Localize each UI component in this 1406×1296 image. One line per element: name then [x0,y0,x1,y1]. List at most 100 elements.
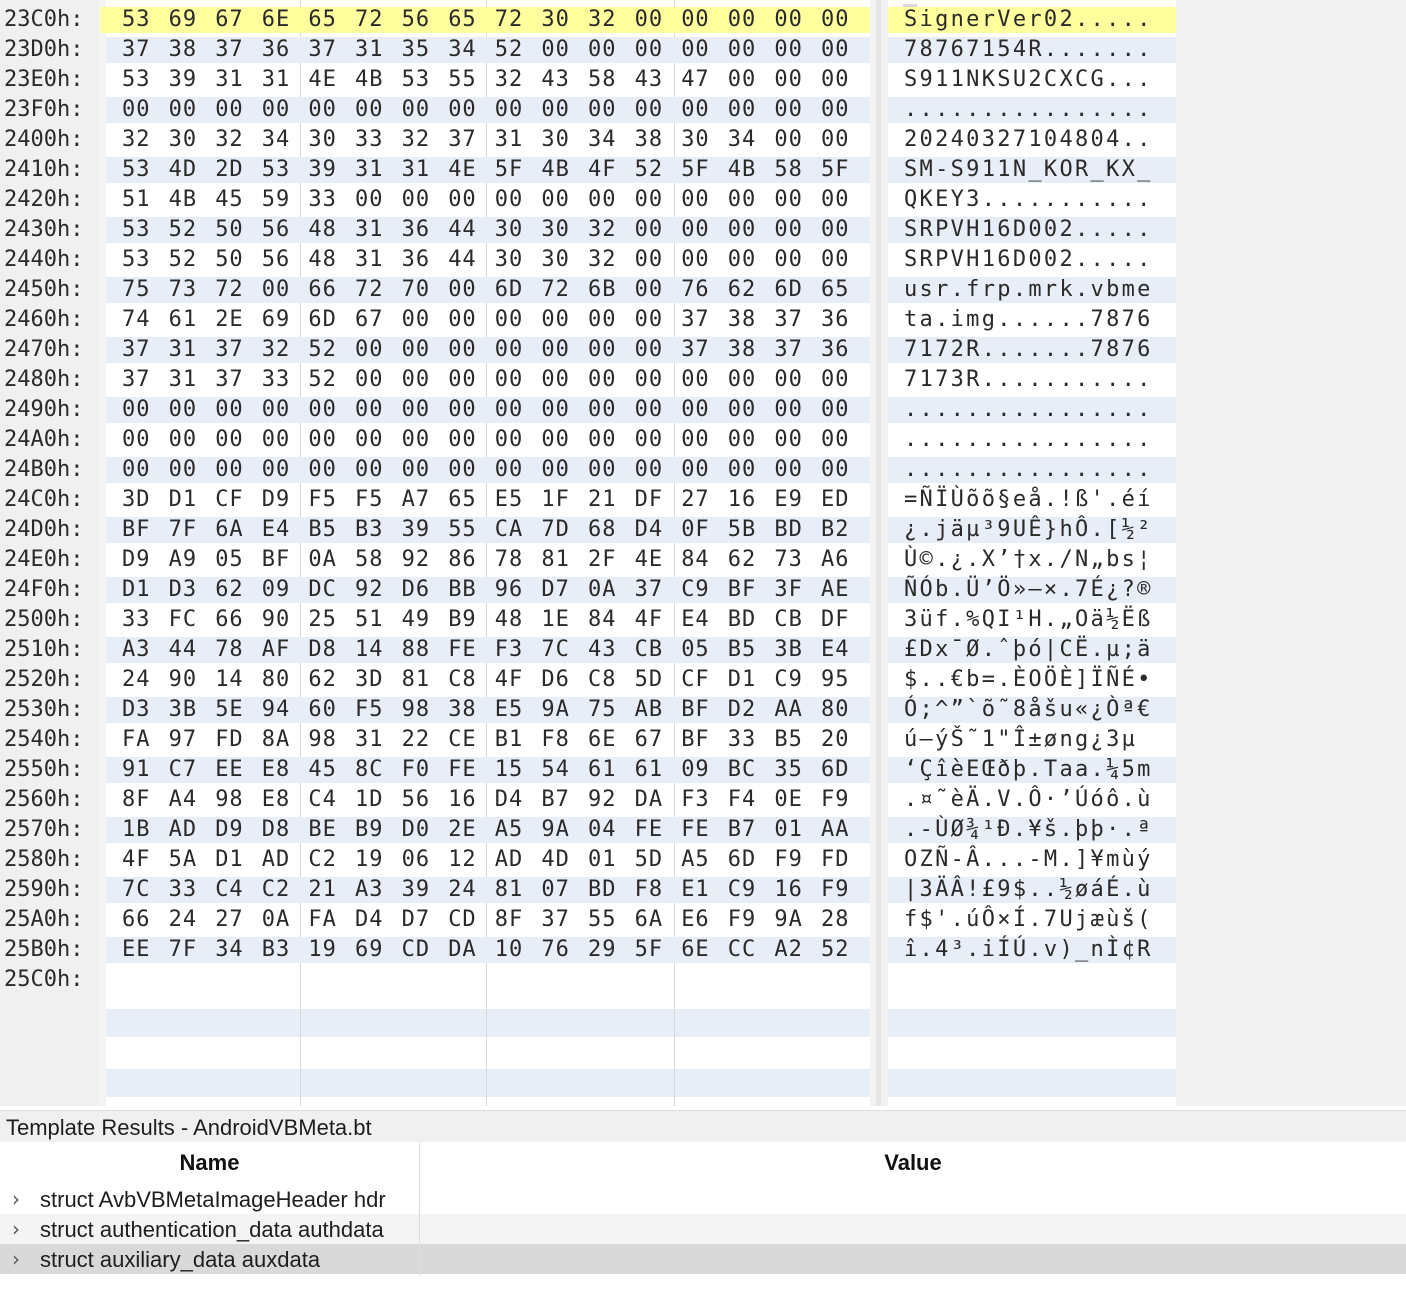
hex-byte[interactable]: CE [448,725,477,755]
hex-byte[interactable]: 19 [355,845,384,875]
hex-byte[interactable]: 73 [774,545,803,575]
hex-byte[interactable]: A6 [821,545,850,575]
hex-byte[interactable]: C9 [681,575,710,605]
hex-byte[interactable]: 04 [588,815,617,845]
hex-byte[interactable]: 28 [821,905,850,935]
hex-byte[interactable]: D9 [215,815,244,845]
hex-byte[interactable]: 52 [308,365,337,395]
hex-byte[interactable]: 00 [215,455,244,485]
hex-byte[interactable]: 00 [448,275,477,305]
chevron-right-icon[interactable]: › [12,1187,20,1211]
hex-byte[interactable]: 92 [355,575,384,605]
hex-row[interactable]: 24F0h: D1 D3 62 09 DC 92 D6 BB 96 D7 0A 37 C9 BF 3F AE ÑÓ… [0,575,1406,605]
hex-row[interactable]: 2500h: 33 FC 66 90 25 51 49 B9 48 1E 84 4F E4 BD CB DF 3ü… [0,605,1406,635]
name-column-header[interactable]: Name [0,1150,419,1176]
hex-byte[interactable]: 56 [402,5,431,35]
hex-byte[interactable]: 45 [308,755,337,785]
hex-byte[interactable]: 62 [308,665,337,695]
hex-byte[interactable]: D2 [728,695,757,725]
hex-byte[interactable]: 73 [169,275,198,305]
hex-byte[interactable]: 50 [215,215,244,245]
hex-byte[interactable]: 00 [681,365,710,395]
hex-byte[interactable]: 00 [541,395,570,425]
hex-byte[interactable]: 52 [169,245,198,275]
hex-byte[interactable]: 52 [495,35,524,65]
hex-byte[interactable]: E4 [821,635,850,665]
hex-byte[interactable]: BD [588,875,617,905]
hex-byte[interactable]: 59 [262,185,291,215]
hex-byte[interactable]: 00 [635,215,664,245]
hex-byte[interactable]: BC [728,755,757,785]
chevron-right-icon[interactable]: › [12,1247,20,1271]
hex-row[interactable]: 2480h: 37 31 37 33 52 00 00 00 00 00 00 00 00 00 00 00 71… [0,365,1406,395]
hex-byte[interactable]: 3F [774,575,803,605]
hex-byte[interactable]: 25 [308,605,337,635]
hex-byte[interactable]: DF [635,485,664,515]
hex-byte[interactable]: F5 [355,485,384,515]
hex-byte[interactable]: D1 [215,845,244,875]
hex-byte[interactable]: 00 [821,455,850,485]
hex-byte[interactable]: 30 [541,5,570,35]
hex-byte[interactable]: 00 [402,395,431,425]
ascii-text[interactable]: ta.img......7876 [904,305,1153,335]
hex-byte[interactable]: 32 [588,5,617,35]
hex-byte[interactable]: BB [448,575,477,605]
ascii-text[interactable]: |3ÄÂ!£9$..½øáÉ.ù [904,875,1153,905]
hex-byte[interactable]: 62 [728,545,757,575]
hex-byte[interactable]: 01 [774,815,803,845]
ascii-text[interactable]: .-ÙØ¾¹Ð.¥š.þþ·.ª [904,815,1153,845]
hex-byte[interactable]: 00 [541,185,570,215]
hex-row[interactable]: 2400h: 32 30 32 34 30 33 32 37 31 30 34 38 30 34 00 00 20… [0,125,1406,155]
hex-byte[interactable]: 62 [215,575,244,605]
ascii-text[interactable]: 7173R........... [904,365,1153,395]
hex-row[interactable]: 2450h: 75 73 72 00 66 72 70 00 6D 72 6B 00 76 62 6D 65 us… [0,275,1406,305]
hex-byte[interactable]: DF [821,605,850,635]
hex-byte[interactable]: B9 [448,605,477,635]
hex-byte[interactable]: DC [308,575,337,605]
hex-byte[interactable]: 48 [308,215,337,245]
hex-byte[interactable]: 00 [635,455,664,485]
hex-row[interactable]: 2470h: 37 31 37 32 52 00 00 00 00 00 00 00 37 38 37 36 71… [0,335,1406,365]
hex-byte[interactable]: CD [402,935,431,965]
hex-byte[interactable]: B2 [821,515,850,545]
hex-byte[interactable]: B5 [774,725,803,755]
hex-byte[interactable]: E6 [681,905,710,935]
hex-byte[interactable]: 6E [681,935,710,965]
hex-byte[interactable]: 00 [169,425,198,455]
hex-byte[interactable]: 00 [541,455,570,485]
hex-byte[interactable]: 00 [308,95,337,125]
hex-byte[interactable]: 00 [355,335,384,365]
hex-byte[interactable]: 34 [215,935,244,965]
hex-byte[interactable]: 00 [588,185,617,215]
hex-byte[interactable]: AB [635,695,664,725]
hex-byte[interactable]: 56 [262,215,291,245]
hex-byte[interactable]: 53 [122,215,151,245]
hex-byte[interactable]: 75 [122,275,151,305]
hex-byte[interactable]: 16 [774,875,803,905]
hex-byte[interactable]: 37 [541,905,570,935]
hex-byte[interactable]: 37 [122,365,151,395]
ascii-text[interactable]: SM-S911N_KOR_KX_ [904,155,1153,185]
ascii-text[interactable]: usr.frp.mrk.vbme [904,275,1153,305]
ascii-text[interactable]: 20240327104804.. [904,125,1153,155]
hex-byte[interactable]: 00 [774,425,803,455]
hex-byte[interactable]: 4B [728,155,757,185]
hex-byte[interactable]: 00 [588,35,617,65]
hex-byte[interactable]: A7 [402,485,431,515]
hex-byte[interactable]: 21 [308,875,337,905]
hex-byte[interactable]: AD [262,845,291,875]
hex-byte[interactable]: 95 [821,665,850,695]
hex-byte[interactable]: 00 [728,185,757,215]
ascii-text[interactable]: 3üf.%QI¹H.„Oä½Ëß [904,605,1153,635]
hex-byte[interactable]: 56 [262,245,291,275]
hex-byte[interactable]: 00 [262,275,291,305]
hex-byte[interactable]: AA [774,695,803,725]
hex-byte[interactable]: 8F [122,785,151,815]
hex-byte[interactable]: 70 [402,275,431,305]
hex-byte[interactable]: 2D [215,155,244,185]
hex-byte[interactable]: 52 [635,155,664,185]
hex-byte[interactable]: 32 [588,245,617,275]
hex-byte[interactable]: 00 [681,185,710,215]
hex-byte[interactable]: 00 [728,95,757,125]
hex-byte[interactable]: 00 [681,395,710,425]
